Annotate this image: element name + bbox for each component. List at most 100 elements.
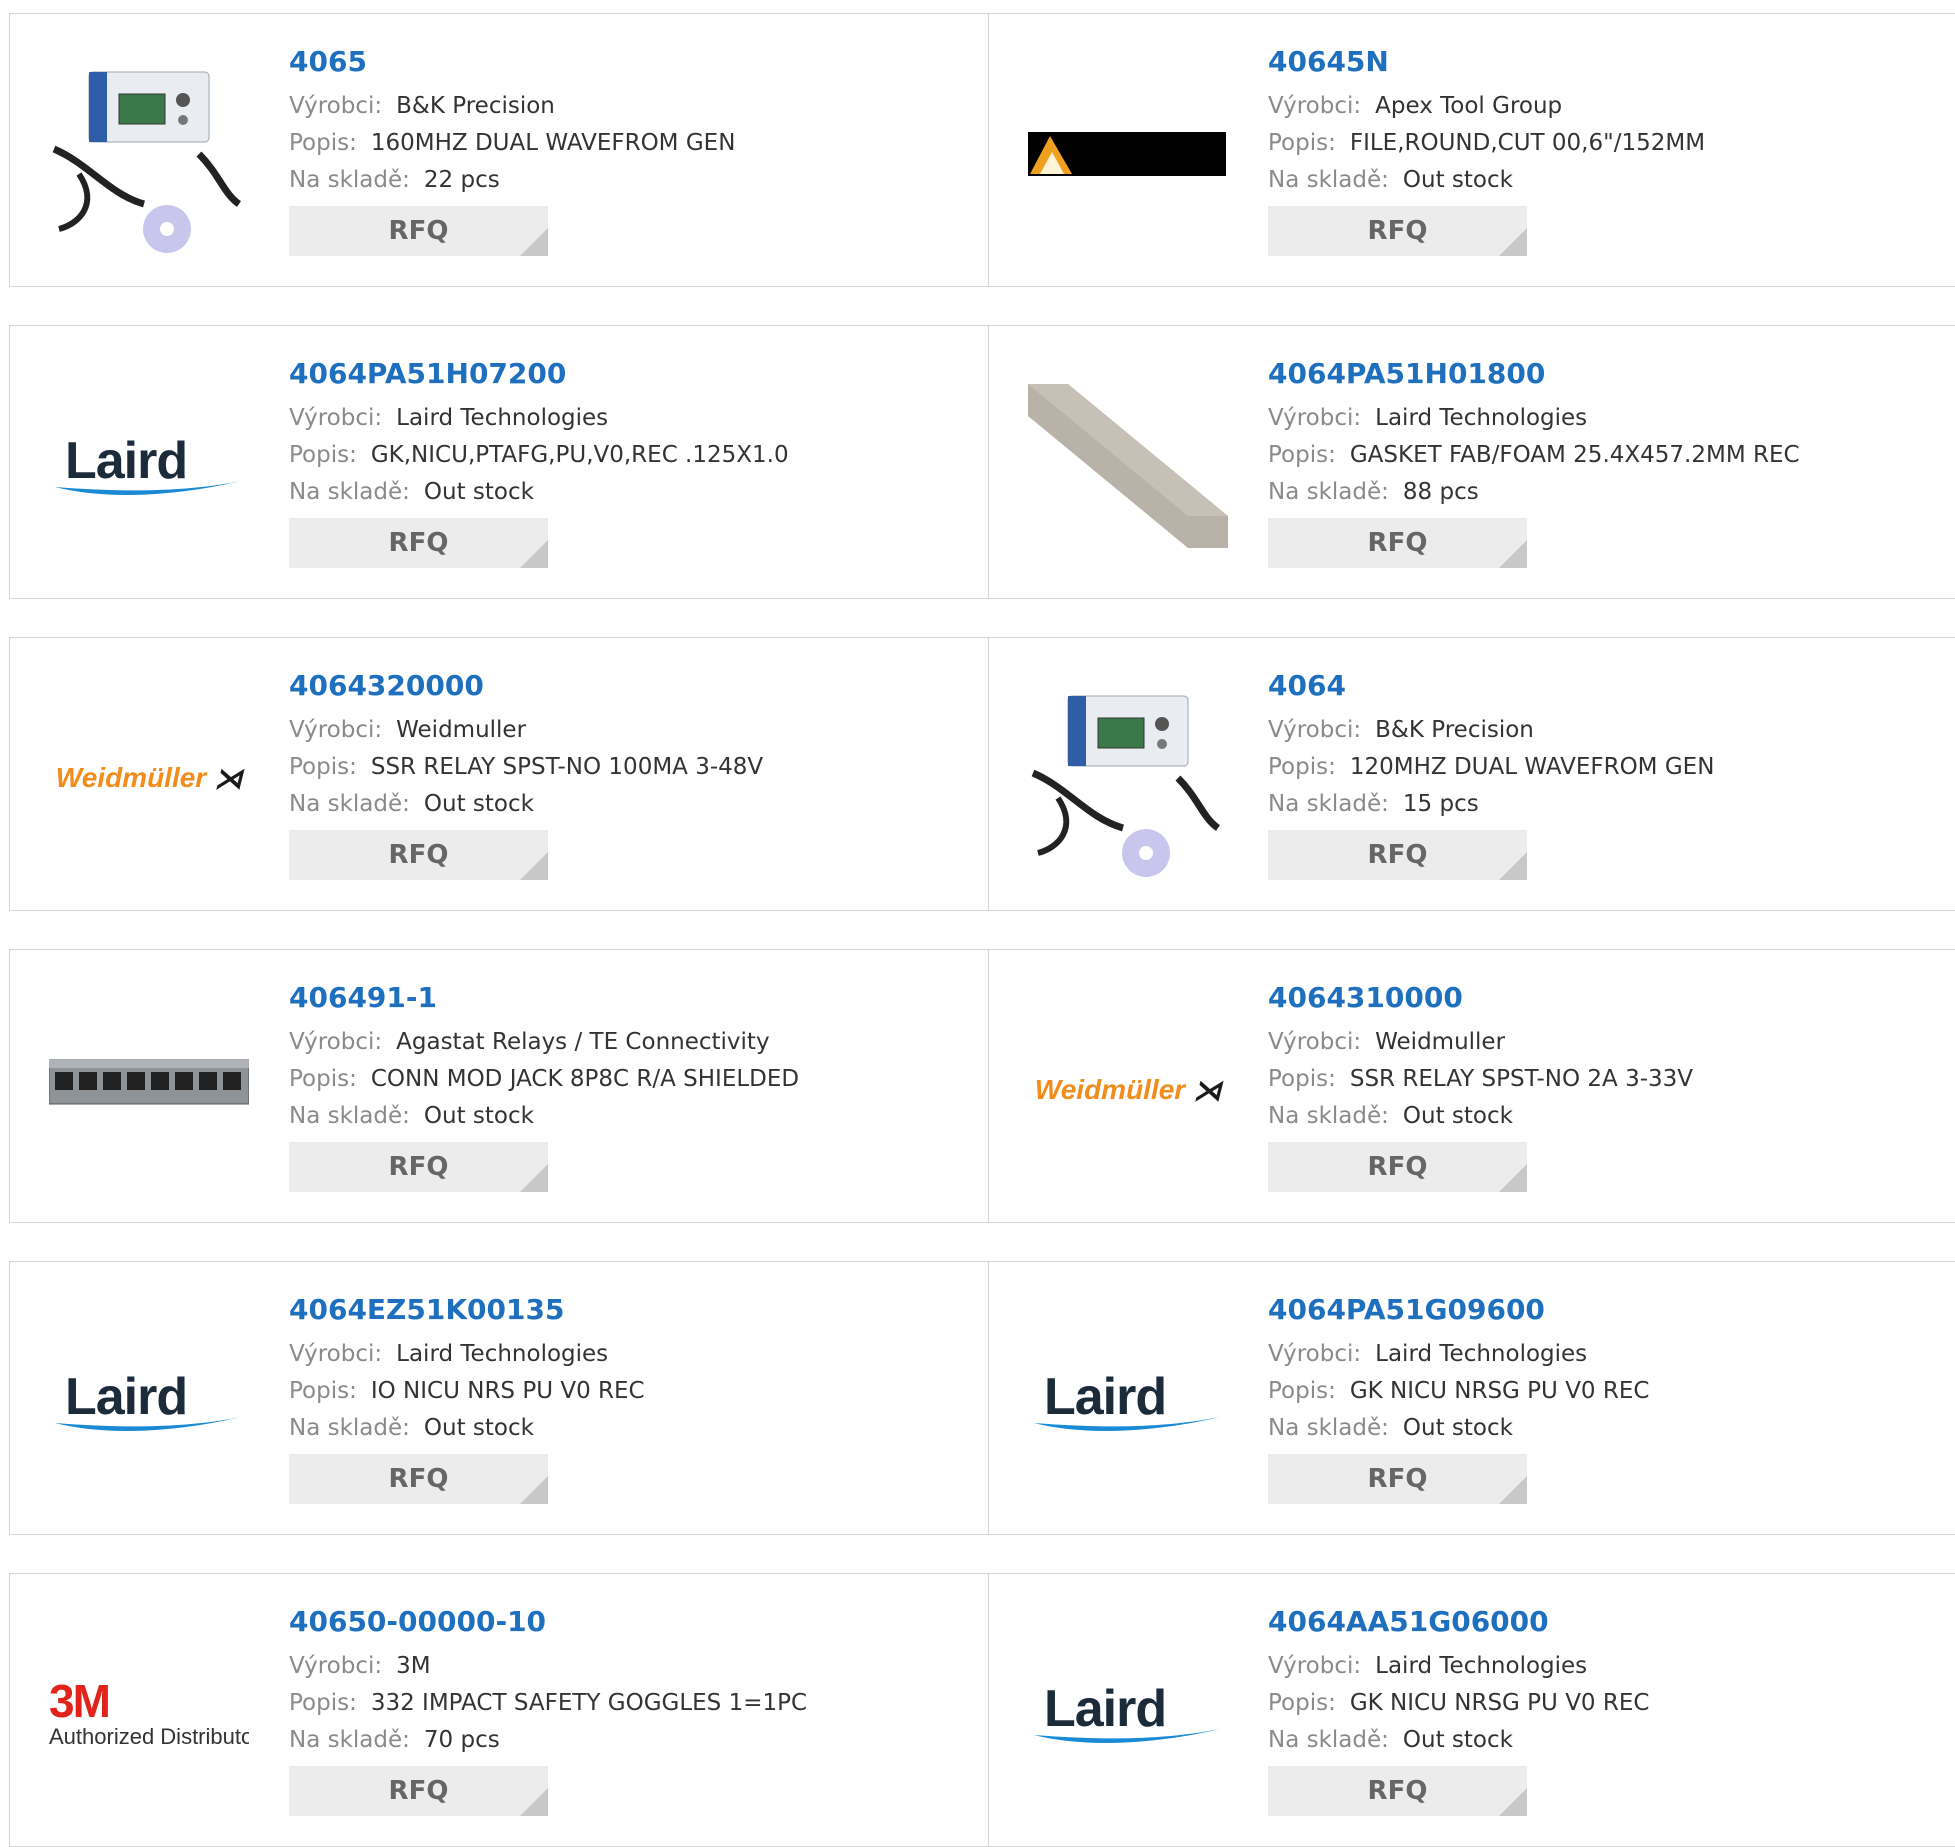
3m-logo-mark: 3M (49, 1675, 111, 1727)
rfq-button[interactable]: RFQ (289, 1142, 548, 1192)
manufacturer-label: Výrobci: (289, 405, 383, 431)
corner-triangle-icon (1499, 1788, 1527, 1816)
description-line: Popis: GASKET FAB/FOAM 25.4X457.2MM REC (1268, 437, 1800, 474)
manufacturer-line: Výrobci: Laird Technologies (289, 400, 789, 437)
product-info: 4064EZ51K00135 Výrobci: Laird Technologie… (289, 1292, 645, 1504)
product-part-number-link[interactable]: 4064PA51H01800 (1268, 356, 1800, 392)
manufacturer-value: Laird Technologies (1375, 1653, 1588, 1679)
description-label: Popis: (289, 1378, 357, 1404)
product-part-number-link[interactable]: 4064AA51G06000 (1268, 1604, 1649, 1640)
description-label: Popis: (1268, 1066, 1336, 1092)
product-card: Laird 4064PA51H07200 Výrobci: Laird Techn… (10, 326, 988, 598)
manufacturer-line: Výrobci: Agastat Relays / TE Connectivity (289, 1024, 799, 1061)
corner-triangle-icon (1499, 1164, 1527, 1192)
description-label: Popis: (289, 1690, 357, 1716)
product-part-number-link[interactable]: 4064PA51G09600 (1268, 1292, 1649, 1328)
rfq-button[interactable]: RFQ (1268, 518, 1527, 568)
manufacturer-value: Laird Technologies (396, 405, 609, 431)
corner-triangle-icon (520, 1788, 548, 1816)
manufacturer-line: Výrobci: B&K Precision (289, 88, 735, 125)
stock-value: Out stock (423, 791, 534, 817)
stock-line: Na skladě: Out stock (289, 1098, 799, 1135)
manufacturer-label: Výrobci: (1268, 1341, 1362, 1367)
rfq-button[interactable]: RFQ (289, 1454, 548, 1504)
product-part-number-link[interactable]: 4064 (1268, 668, 1714, 704)
description-value: 120MHZ DUAL WAVEFROM GEN (1349, 754, 1715, 780)
product-part-number-link[interactable]: 40650-00000-10 (289, 1604, 807, 1640)
gasket-strip-image[interactable] (1028, 366, 1228, 566)
manufacturer-line: Výrobci: Laird Technologies (1268, 400, 1800, 437)
product-card: 4064 Výrobci: B&K Precision Popis: 120MHZ … (988, 638, 1955, 910)
product-card: 40645N Výrobci: Apex Tool Group Popis: FIL… (988, 14, 1955, 286)
rfq-button[interactable]: RFQ (1268, 830, 1527, 880)
rfq-button[interactable]: RFQ (1268, 1454, 1527, 1504)
stock-line: Na skladě: 70 pcs (289, 1722, 807, 1759)
laird-logo[interactable]: Laird (1028, 1302, 1228, 1502)
corner-triangle-icon (1499, 540, 1527, 568)
rfq-button[interactable]: RFQ (1268, 1766, 1527, 1816)
corner-triangle-icon (1499, 852, 1527, 880)
product-info: 4064PA51H07200 Výrobci: Laird Technologie… (289, 356, 789, 568)
3m-logo-subtitle: Authorized Distributor (49, 1724, 249, 1749)
product-part-number-link[interactable]: 40645N (1268, 44, 1705, 80)
laird-logo[interactable]: Laird (49, 1302, 249, 1502)
manufacturer-label: Výrobci: (289, 1341, 383, 1367)
product-info: 406491-1 Výrobci: Agastat Relays / TE Con… (289, 980, 799, 1192)
product-card: 3M Authorized Distributor 40650-00000-10… (10, 1574, 988, 1846)
description-line: Popis: GK NICU NRSG PU V0 REC (1268, 1685, 1649, 1722)
product-part-number-link[interactable]: 406491-1 (289, 980, 799, 1016)
manufacturer-line: Výrobci: Laird Technologies (289, 1336, 645, 1373)
function-generator-image[interactable] (49, 54, 249, 254)
stock-value: 15 pcs (1402, 791, 1479, 817)
rfq-button-label: RFQ (388, 1776, 449, 1806)
rfq-button[interactable]: RFQ (1268, 206, 1527, 256)
modular-jack-image[interactable] (49, 990, 249, 1190)
rfq-button-label: RFQ (388, 1464, 449, 1494)
rfq-button[interactable]: RFQ (289, 206, 548, 256)
product-part-number-link[interactable]: 4064320000 (289, 668, 763, 704)
manufacturer-line: Výrobci: Laird Technologies (1268, 1336, 1649, 1373)
rfq-button-label: RFQ (1367, 528, 1428, 558)
product-part-number-link[interactable]: 4064EZ51K00135 (289, 1292, 645, 1328)
rfq-button[interactable]: RFQ (289, 518, 548, 568)
description-value: GK NICU NRSG PU V0 REC (1349, 1690, 1650, 1716)
weidmuller-logo[interactable]: Weidmüller ⋊ (49, 678, 249, 878)
manufacturer-label: Výrobci: (289, 1653, 383, 1679)
product-card: Weidmüller ⋊ 4064320000 Výrobci: Weidmull… (10, 638, 988, 910)
manufacturer-value: B&K Precision (396, 93, 555, 119)
manufacturer-value: 3M (396, 1653, 431, 1679)
rfq-button[interactable]: RFQ (1268, 1142, 1527, 1192)
product-info: 4064PA51H01800 Výrobci: Laird Technologie… (1268, 356, 1800, 568)
corner-triangle-icon (520, 1164, 548, 1192)
weidmuller-logo[interactable]: Weidmüller ⋊ (1028, 990, 1228, 1190)
apex-logo-image[interactable] (1028, 54, 1228, 254)
stock-value: 70 pcs (423, 1727, 500, 1753)
manufacturer-line: Výrobci: Apex Tool Group (1268, 88, 1705, 125)
laird-logo[interactable]: Laird (49, 366, 249, 566)
product-part-number-link[interactable]: 4065 (289, 44, 735, 80)
manufacturer-line: Výrobci: Laird Technologies (1268, 1648, 1649, 1685)
manufacturer-label: Výrobci: (289, 717, 383, 743)
manufacturer-line: Výrobci: 3M (289, 1648, 807, 1685)
description-label: Popis: (1268, 1690, 1336, 1716)
description-value: GASKET FAB/FOAM 25.4X457.2MM REC (1349, 442, 1800, 468)
stock-value: Out stock (1402, 1415, 1513, 1441)
manufacturer-label: Výrobci: (1268, 93, 1362, 119)
manufacturer-value: Laird Technologies (396, 1341, 609, 1367)
product-card: Weidmüller ⋊ 4064310000 Výrobci: Weidmull… (988, 950, 1955, 1222)
description-value: FILE,ROUND,CUT 00,6"/152MM (1349, 130, 1706, 156)
rfq-button[interactable]: RFQ (289, 1766, 548, 1816)
product-info: 4064310000 Výrobci: Weidmuller Popis: SSR … (1268, 980, 1693, 1192)
description-label: Popis: (289, 754, 357, 780)
manufacturer-label: Výrobci: (1268, 717, 1362, 743)
stock-label: Na skladě: (289, 479, 410, 505)
3m-authorized-distributor-logo[interactable]: 3M Authorized Distributor (49, 1614, 249, 1814)
function-generator-image[interactable] (1028, 678, 1228, 878)
stock-line: Na skladě: Out stock (1268, 1098, 1693, 1135)
laird-logo[interactable]: Laird (1028, 1614, 1228, 1814)
product-info: 4064AA51G06000 Výrobci: Laird Technologie… (1268, 1604, 1649, 1816)
rfq-button[interactable]: RFQ (289, 830, 548, 880)
product-info: 4065 Výrobci: B&K Precision Popis: 160MHZ … (289, 44, 735, 256)
product-part-number-link[interactable]: 4064310000 (1268, 980, 1693, 1016)
product-part-number-link[interactable]: 4064PA51H07200 (289, 356, 789, 392)
